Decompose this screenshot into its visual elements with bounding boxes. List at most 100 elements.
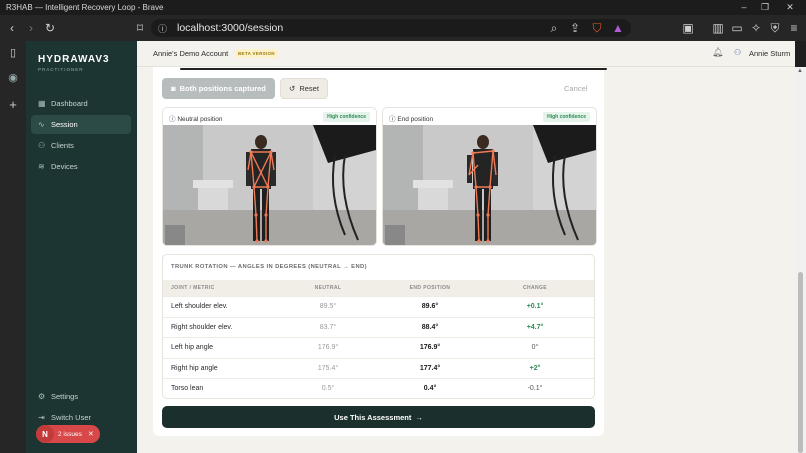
use-assessment-button[interactable]: Use This Assessment → [162,406,595,428]
neutral-value: 0.5° [321,385,335,392]
tab-favicon-icon[interactable]: ◉ [0,71,26,84]
photo-label: ⓘ Neutral position [169,116,223,123]
pulse-icon: ∿ [38,120,45,129]
bell-icon[interactable]: 🔔︎ [712,47,723,58]
account-name[interactable]: Annie's Demo Account [153,49,228,58]
menu-icon[interactable]: ≡ [785,15,803,41]
metric-name: Right hip angle [171,364,218,372]
sidebar-item-clients[interactable]: ⚇ Clients [31,136,131,155]
sidebar-item-label: Switch User [51,413,92,422]
sidebar-toggle-icon[interactable]: ▥ [709,15,727,41]
brave-rewards-icon[interactable]: ▲ [609,15,627,41]
column-header: CHANGE [522,285,548,291]
sidebar-item-settings[interactable]: ⚙ Settings [31,387,131,406]
page-scrollbar[interactable]: ▲ [795,67,806,453]
use-assessment-label: Use This Assessment [334,412,412,422]
zoom-search-icon[interactable]: ⌕ [545,15,563,41]
end-photo-panel: ⓘ End position High confidence [382,107,597,246]
url-text[interactable]: localhost:3000/session [177,21,283,35]
angles-table: TRUNK ROTATION — ANGLES IN DEGREES (NEUT… [162,254,595,399]
vpn-icon[interactable]: ⛨ [766,15,784,41]
sidebar-item-label: Devices [51,162,78,171]
confidence-badge: High confidence [543,112,590,122]
user-name[interactable]: Annie Sturm [749,49,790,58]
arrow-right-icon: → [415,412,423,422]
browser-sidebar: ▯ ◉ + [0,41,26,453]
back-icon[interactable]: ‹ [3,15,21,41]
restore-icon[interactable]: ❐ [755,0,775,15]
grid-icon: ▦ [38,99,46,108]
capture-status-button[interactable]: ◙ Both positions captured [162,78,275,99]
brand-logo: HYDRAWAV3 [38,54,110,65]
dev-issues-badge[interactable]: N 2 issues ✕ [36,425,100,443]
neutral-value: 176.9° [317,344,339,351]
app-sidebar: HYDRAWAV3 PRACTITIONER ▦ Dashboard ∿ Ses… [26,41,137,453]
sidebar-panel-icon[interactable]: ▯ [0,46,26,59]
capture-status-label: Both positions captured [179,84,266,93]
metric-name: Right shoulder elev. [171,323,233,331]
end-value: 176.9° [419,344,441,351]
column-header: NEUTRAL [314,285,342,291]
scrollbar-thumb[interactable] [798,272,803,453]
metric-name: Left shoulder elev. [171,303,228,310]
site-info-icon[interactable]: ⓘ [158,22,167,35]
sidebar-item-label: Settings [51,392,79,401]
metric-name: Torso lean [171,385,204,392]
gear-icon: ⚙ [38,392,46,401]
end-value: 0.4° [423,385,437,392]
leo-ai-icon[interactable]: ✧ [747,15,765,41]
change-value: 0° [531,344,539,351]
cancel-button[interactable]: Cancel [564,84,587,93]
photo-label: ⓘ End position [389,116,434,123]
table-header: JOINT / METRIC NEUTRAL END POSITION CHAN… [163,280,594,296]
reload-icon[interactable]: ↻ [41,15,59,41]
end-pose-image [383,125,596,245]
end-value: 89.6° [421,303,439,310]
nextjs-logo-icon: N [36,425,54,443]
metric-name: Left hip angle [171,344,214,351]
change-value: +0.1° [526,303,544,310]
wallet-icon[interactable]: ▭ [728,15,746,41]
close-icon[interactable]: ✕ [88,430,94,438]
change-value: +4.7° [526,323,544,331]
table-row: Left hip angle 176.9° 176.9° 0° [163,337,594,358]
table-row: Left shoulder elev. 89.5° 89.6° +0.1° [163,296,594,317]
sidebar-item-session[interactable]: ∿ Session [31,115,131,134]
issues-label: 2 issues [58,430,82,438]
column-header: JOINT / METRIC [171,285,215,291]
beta-badge: BETA VERSION [235,49,278,58]
info-icon: ⓘ [169,116,176,123]
neutral-value: 175.4° [317,364,339,372]
divider [180,68,607,70]
sidebar-item-dashboard[interactable]: ▦ Dashboard [31,94,131,113]
scroll-up-icon[interactable]: ▲ [797,68,803,74]
brand-subtitle: PRACTITIONER [38,67,84,72]
table-row: Right hip angle 175.4° 177.4° +2° [163,357,594,379]
assessment-card: ◙ Both positions captured ↺ Reset Cancel… [153,67,607,436]
reset-button[interactable]: ↺ Reset [280,78,328,99]
reader-mode-icon[interactable]: ▣ [679,15,697,41]
sidebar-item-label: Dashboard [51,99,88,108]
neutral-photo-panel: ⓘ Neutral position High confidence [162,107,377,246]
column-header: END POSITION [409,285,451,291]
minimize-icon[interactable]: – [734,0,754,15]
share-icon[interactable]: ⇪ [566,15,584,41]
neutral-value: 83.7° [319,323,337,331]
change-value: -0.1° [527,385,543,392]
reset-icon: ↺ [289,84,296,93]
add-tab-icon[interactable]: + [0,97,26,112]
users-icon: ⚇ [38,141,46,150]
window-title: R3HAB — Intelligent Recovery Loop - Brav… [6,3,164,12]
brave-shields-icon[interactable]: ⛉ [588,15,606,41]
window-titlebar: R3HAB — Intelligent Recovery Loop - Brav… [0,0,806,15]
bookmark-icon[interactable]: ⌑ [131,15,149,41]
reset-label: Reset [299,84,319,93]
table-title: TRUNK ROTATION — ANGLES IN DEGREES (NEUT… [171,264,367,270]
forward-icon[interactable]: › [22,15,40,41]
user-icon: ⚇ [734,48,742,57]
sidebar-item-devices[interactable]: ≋ Devices [31,157,131,176]
close-window-icon[interactable]: ✕ [780,0,800,15]
logout-icon: ⇥ [38,413,45,422]
camera-icon: ◙ [171,84,176,93]
table-row: Torso lean 0.5° 0.4° -0.1° [163,378,594,398]
